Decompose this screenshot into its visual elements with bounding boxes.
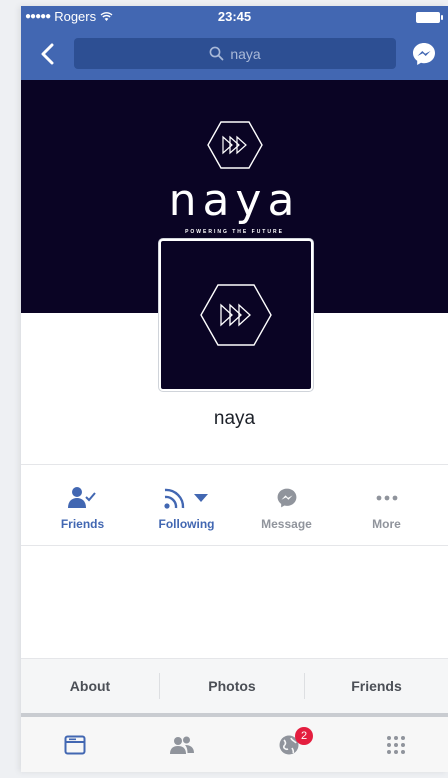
status-bar: ●●●●● Rogers 23:45 <box>21 6 448 28</box>
menu-grid-icon <box>386 736 405 754</box>
naya-logo-icon <box>206 121 263 169</box>
news-feed-icon <box>64 735 85 755</box>
friends-button[interactable]: Friends <box>29 465 136 545</box>
back-button[interactable] <box>33 38 61 70</box>
nav-bar: naya <box>21 28 448 80</box>
profile-picture[interactable] <box>159 239 313 391</box>
tab-friends-requests[interactable] <box>128 717 235 772</box>
tab-friends[interactable]: Friends <box>305 659 448 713</box>
more-label: More <box>372 517 401 531</box>
more-dots-icon <box>376 495 397 501</box>
tab-menu[interactable] <box>342 717 448 772</box>
profile-actions: Friends Following Message More <box>21 464 448 546</box>
status-time: 23:45 <box>217 9 252 24</box>
search-icon <box>209 46 224 61</box>
tab-photos[interactable]: Photos <box>160 659 304 713</box>
messenger-icon <box>277 488 296 508</box>
tab-about[interactable]: About <box>21 659 159 713</box>
naya-logo-icon <box>200 284 272 346</box>
phone-screen: ●●●●● Rogers 23:45 naya naya POWERING TH… <box>21 6 448 772</box>
cover-wordmark: naya <box>168 175 301 226</box>
messenger-button[interactable] <box>410 40 438 68</box>
search-input[interactable]: naya <box>74 38 396 69</box>
friends-label: Friends <box>60 517 105 531</box>
message-button[interactable]: Message <box>233 465 340 545</box>
messenger-icon <box>413 43 435 65</box>
bottom-tab-bar: 2 <box>21 713 448 772</box>
more-button[interactable]: More <box>333 465 440 545</box>
friend-check-icon <box>67 487 96 508</box>
rss-dropdown-icon <box>163 488 208 509</box>
search-text: naya <box>230 45 261 62</box>
friends-icon <box>169 736 194 754</box>
chevron-left-icon <box>41 43 54 65</box>
profile-sub-tabs: About Photos Friends <box>21 658 448 713</box>
following-label: Following <box>158 517 215 531</box>
battery-icon <box>416 12 443 23</box>
following-button[interactable]: Following <box>133 465 240 545</box>
tab-news-feed[interactable] <box>21 717 128 772</box>
profile-name: naya <box>213 408 256 429</box>
tab-notifications[interactable]: 2 <box>235 717 342 772</box>
cover-logo: naya POWERING THE FUTURE <box>21 120 448 235</box>
cover-tagline: POWERING THE FUTURE <box>185 229 284 235</box>
notifications-badge: 2 <box>295 727 313 745</box>
message-label: Message <box>261 517 312 531</box>
